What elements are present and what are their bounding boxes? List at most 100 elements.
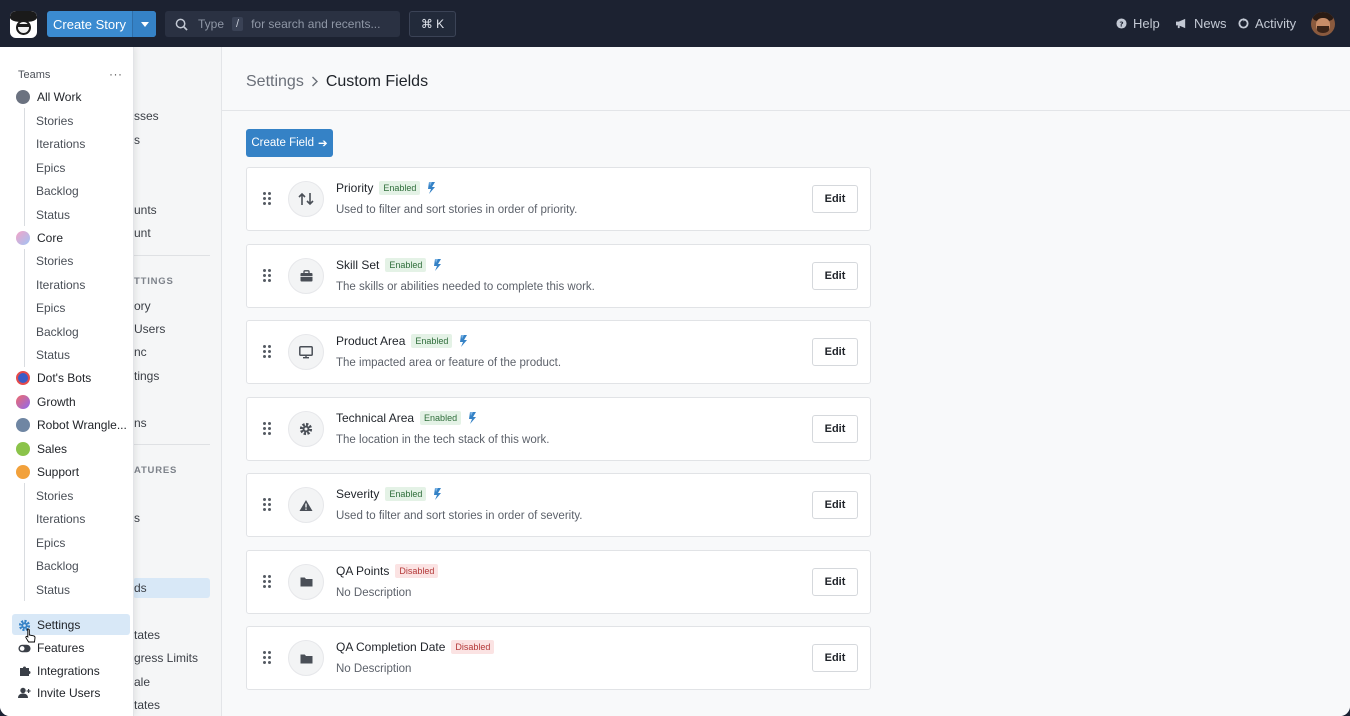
settings-nav-item[interactable]: Users (134, 322, 165, 336)
sidebar-item-integrations[interactable]: Integrations (18, 664, 100, 678)
custom-field-card: QA Completion Date Disabled No Description… (246, 626, 871, 690)
drag-handle-icon[interactable] (263, 574, 272, 589)
edit-button[interactable]: Edit (812, 491, 858, 519)
shortcut-logo-icon (468, 411, 477, 424)
settings-nav-item[interactable]: nc (134, 345, 147, 359)
sidebar-item-label: Invite Users (37, 686, 101, 700)
team-sub-stories[interactable]: Stories (36, 254, 73, 268)
command-k-button[interactable]: ⌘ K (409, 11, 456, 37)
custom-field-card: Priority Enabled Used to filter and sort s… (246, 167, 871, 231)
settings-nav-item[interactable]: ale (134, 675, 150, 689)
settings-nav-item-custom-fields[interactable]: ds (134, 581, 147, 595)
field-name-row: Skill Set Enabled (336, 257, 442, 272)
teams-header: Teams (18, 69, 51, 81)
team-dots-bots[interactable]: Dot's Bots (16, 371, 91, 385)
team-sub-backlog[interactable]: Backlog (36, 184, 79, 198)
svg-text:?: ? (1119, 19, 1123, 28)
monitor-icon (288, 334, 324, 370)
create-story-button[interactable]: Create Story (47, 11, 156, 37)
create-story-dropdown[interactable] (132, 11, 156, 37)
puzzle-icon (18, 665, 31, 678)
settings-nav-section-header: TTINGS (134, 276, 174, 287)
search-slash-key: / (232, 17, 244, 31)
team-sub-backlog[interactable]: Backlog (36, 559, 79, 573)
team-label: Growth (37, 395, 76, 409)
settings-nav-item[interactable]: tings (134, 369, 159, 383)
shortcut-logo-icon (433, 258, 442, 271)
team-sub-status[interactable]: Status (36, 583, 70, 597)
team-core[interactable]: Core (16, 231, 63, 245)
drag-handle-icon[interactable] (263, 268, 272, 283)
team-label: Sales (37, 442, 68, 456)
tree-line (24, 108, 25, 226)
settings-nav-item[interactable]: s (134, 511, 140, 525)
search-input[interactable]: Type / for search and recents... (165, 11, 400, 37)
team-sub-status[interactable]: Status (36, 348, 70, 362)
edit-button[interactable]: Edit (812, 185, 858, 213)
team-sub-epics[interactable]: Epics (36, 536, 65, 550)
team-label: Dot's Bots (37, 371, 92, 385)
create-field-button[interactable]: Create Field ➔ (246, 129, 333, 157)
team-sales[interactable]: Sales (16, 442, 67, 456)
status-badge: Enabled (420, 410, 462, 425)
settings-nav-item[interactable]: unts (134, 203, 157, 217)
edit-button[interactable]: Edit (812, 414, 858, 443)
search-icon (175, 18, 188, 31)
tree-line (24, 483, 25, 601)
drag-handle-icon[interactable] (263, 345, 272, 359)
settings-nav-item[interactable]: sses (134, 109, 159, 123)
drag-handle-icon[interactable] (263, 498, 272, 512)
field-name: Skill Set (336, 257, 380, 272)
team-sub-iterations[interactable]: Iterations (36, 512, 85, 526)
field-description: The impacted area or feature of the prod… (336, 357, 562, 369)
team-sub-backlog[interactable]: Backlog (36, 325, 79, 339)
team-label: All Work (37, 90, 82, 104)
breadcrumb: Settings Custom Fields (246, 73, 428, 91)
gear-icon (288, 410, 324, 447)
field-description: No Description (336, 663, 412, 675)
activity-link[interactable]: Activity (1238, 16, 1296, 31)
field-description: The location in the tech stack of this w… (336, 433, 550, 446)
settings-nav-item[interactable]: tates (134, 698, 160, 712)
more-icon[interactable]: ··· (109, 67, 123, 81)
sidebar-item-invite-users[interactable]: Invite Users (18, 686, 100, 700)
drag-handle-icon[interactable] (263, 421, 272, 436)
team-support[interactable]: Support (16, 465, 79, 479)
edit-button[interactable]: Edit (812, 338, 858, 366)
news-link[interactable]: News (1175, 16, 1227, 31)
team-sub-iterations[interactable]: Iterations (36, 278, 85, 292)
team-sub-status[interactable]: Status (36, 208, 70, 222)
settings-nav-item[interactable]: ns (134, 416, 147, 430)
app-logo[interactable] (10, 11, 37, 38)
team-sub-epics[interactable]: Epics (36, 161, 65, 175)
team-label: Core (37, 231, 64, 245)
settings-nav-item[interactable]: tates (134, 628, 160, 642)
custom-field-card: Technical Area Enabled The location in the… (246, 396, 871, 461)
drag-handle-icon[interactable] (263, 651, 272, 665)
drag-handle-icon[interactable] (263, 192, 272, 206)
team-robot-wranglers[interactable]: Robot Wrangle... (16, 418, 127, 432)
settings-nav-item[interactable]: ory (134, 299, 151, 313)
folder-icon (288, 563, 324, 600)
settings-nav-item[interactable]: s (134, 133, 140, 147)
team-growth[interactable]: Growth (16, 395, 76, 409)
user-avatar[interactable] (1311, 12, 1335, 36)
settings-nav-item[interactable]: gress Limits (134, 651, 198, 665)
edit-button[interactable]: Edit (812, 644, 858, 672)
team-icon (16, 231, 30, 245)
team-sub-epics[interactable]: Epics (36, 301, 65, 315)
settings-nav-item[interactable]: unt (134, 226, 151, 240)
team-sub-stories[interactable]: Stories (36, 114, 73, 128)
help-link[interactable]: ? Help (1116, 16, 1160, 31)
help-label: Help (1133, 16, 1160, 31)
field-name-row: QA Points Disabled (336, 563, 439, 578)
custom-field-card: Severity Enabled Used to filter and sort s… (246, 473, 871, 537)
team-all-work[interactable]: All Work (16, 90, 81, 104)
team-sub-iterations[interactable]: Iterations (36, 137, 85, 151)
folder-icon (288, 640, 324, 676)
breadcrumb-settings[interactable]: Settings (246, 73, 304, 91)
edit-button[interactable]: Edit (812, 567, 858, 596)
edit-button[interactable]: Edit (812, 261, 858, 290)
create-story-label[interactable]: Create Story (47, 11, 132, 37)
team-sub-stories[interactable]: Stories (36, 489, 73, 503)
